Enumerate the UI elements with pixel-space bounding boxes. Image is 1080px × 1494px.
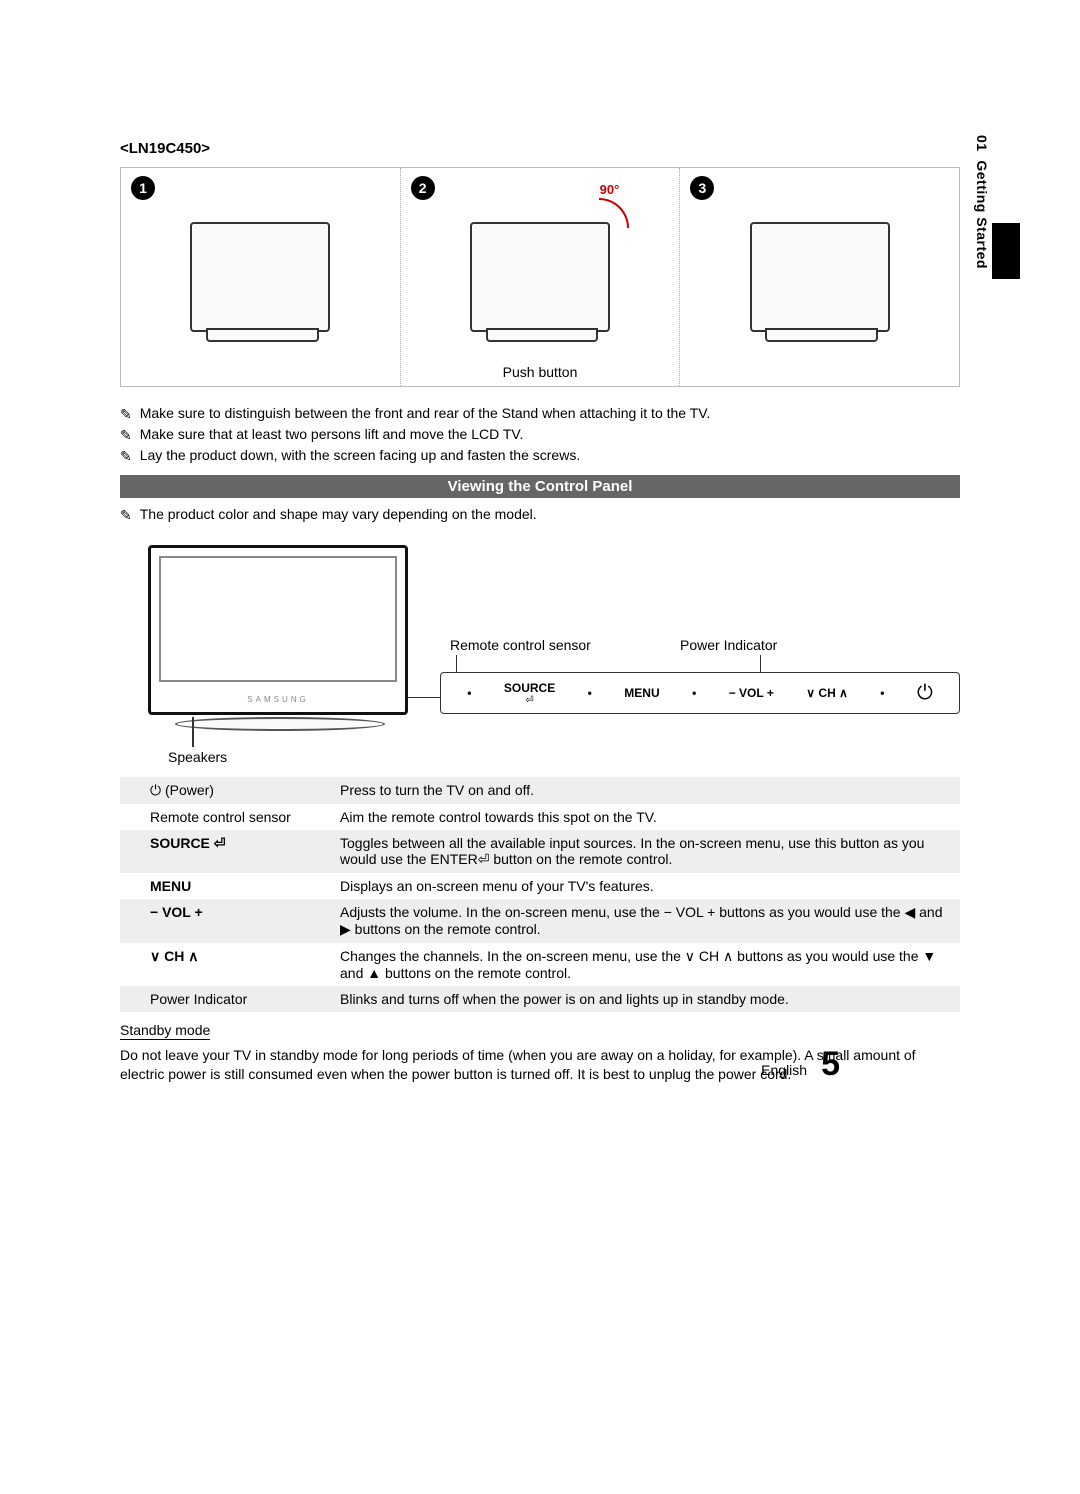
control-name: SOURCE ⏎ — [120, 830, 330, 873]
control-name: − VOL + — [120, 899, 330, 943]
tab-marker — [992, 223, 1020, 279]
panel-note: ✎ The product color and shape may vary d… — [120, 506, 960, 523]
sensor-dot-icon: • — [467, 686, 471, 700]
leader-line — [456, 655, 457, 673]
note-icon: ✎ — [120, 448, 132, 465]
note-text: Make sure to distinguish between the fro… — [140, 405, 710, 421]
control-desc: Aim the remote control towards this spot… — [330, 804, 960, 830]
note-icon: ✎ — [120, 507, 132, 524]
step-badge-1: 1 — [131, 176, 155, 200]
tv-attached-sketch — [750, 222, 890, 332]
step-badge-2: 2 — [411, 176, 435, 200]
enter-icon: ⏎ — [504, 695, 555, 706]
note-icon: ✎ — [120, 406, 132, 423]
note-item: ✎ Make sure to distinguish between the f… — [120, 405, 960, 422]
panel-dot-icon: • — [588, 686, 592, 700]
table-row: − VOL + Adjusts the volume. In the on-sc… — [120, 899, 960, 943]
source-button: SOURCE ⏎ — [504, 681, 555, 706]
panel-dot-icon: • — [880, 686, 884, 700]
note-text: Lay the product down, with the screen fa… — [140, 447, 580, 463]
control-desc: Changes the channels. In the on-screen m… — [330, 943, 960, 986]
table-row: SOURCE ⏎ Toggles between all the availab… — [120, 830, 960, 873]
model-heading: <LN19C450> — [120, 140, 960, 157]
control-desc: Blinks and turns off when the power is o… — [330, 986, 960, 1012]
control-name: Power Indicator — [120, 986, 330, 1012]
tv-front-sketch: SAMSUNG — [148, 545, 408, 715]
page-footer: English 5 — [761, 1045, 840, 1084]
chapter-tab: 01 Getting Started — [964, 135, 1020, 635]
control-panel-diagram: SAMSUNG Speakers Remote control sensor P… — [120, 537, 960, 767]
note-text: Make sure that at least two persons lift… — [140, 426, 524, 442]
control-name: MENU — [120, 873, 330, 899]
push-button-label: Push button — [401, 364, 680, 380]
control-panel-strip: • SOURCE ⏎ • MENU • − VOL + ∨ CH ∧ • ⏻ — [440, 672, 960, 714]
note-text: The product color and shape may vary dep… — [140, 506, 537, 522]
section-heading: Viewing the Control Panel — [120, 475, 960, 498]
leader-line — [192, 717, 194, 747]
note-item: ✎ Make sure that at least two persons li… — [120, 426, 960, 443]
speakers-callout: Speakers — [168, 749, 227, 765]
footer-language: English — [761, 1062, 807, 1078]
control-name: Remote control sensor — [120, 804, 330, 830]
note-icon: ✎ — [120, 427, 132, 444]
channel-button: ∨ CH ∧ — [806, 686, 848, 700]
control-name: ∨ CH ∧ — [120, 943, 330, 986]
assembly-step-1: 1 — [121, 168, 401, 386]
power-icon: ⏻ — [917, 682, 933, 705]
control-name: ⏻ (Power) — [120, 777, 330, 804]
step-badge-3: 3 — [690, 176, 714, 200]
leader-line — [408, 697, 440, 698]
manual-page: 01 Getting Started <LN19C450> 1 2 90° Pu… — [0, 0, 1080, 1144]
control-desc: Press to turn the TV on and off. — [330, 777, 960, 804]
control-desc: Displays an on-screen menu of your TV's … — [330, 873, 960, 899]
assembly-step-3: 3 — [680, 168, 959, 386]
table-row: ∨ CH ∧ Changes the channels. In the on-s… — [120, 943, 960, 986]
control-desc: Toggles between all the available input … — [330, 830, 960, 873]
assembly-step-2: 2 90° Push button — [401, 168, 681, 386]
table-row: Remote control sensor Aim the remote con… — [120, 804, 960, 830]
leader-line — [760, 655, 761, 673]
source-label: SOURCE — [504, 681, 555, 695]
table-row: ⏻ (Power) Press to turn the TV on and of… — [120, 777, 960, 804]
note-item: ✎ Lay the product down, with the screen … — [120, 447, 960, 464]
brand-logo: SAMSUNG — [151, 695, 405, 704]
control-descriptions-table: ⏻ (Power) Press to turn the TV on and of… — [120, 777, 960, 1012]
menu-button: MENU — [624, 686, 659, 700]
chapter-title: Getting Started — [974, 160, 990, 269]
table-row: MENU Displays an on-screen menu of your … — [120, 873, 960, 899]
volume-button: − VOL + — [729, 686, 774, 700]
ninety-degree-label: 90° — [600, 182, 620, 197]
chapter-number: 01 — [974, 135, 990, 152]
table-row: Power Indicator Blinks and turns off whe… — [120, 986, 960, 1012]
tv-rear-sketch — [190, 222, 330, 332]
control-desc: Adjusts the volume. In the on-screen men… — [330, 899, 960, 943]
power-indicator-callout: Power Indicator — [680, 637, 777, 653]
tv-stand-sketch — [175, 717, 385, 731]
tv-rotate-sketch — [470, 222, 610, 332]
remote-sensor-callout: Remote control sensor — [450, 637, 591, 653]
panel-dot-icon: • — [692, 686, 696, 700]
assembly-notes: ✎ Make sure to distinguish between the f… — [120, 405, 960, 463]
assembly-diagram: 1 2 90° Push button 3 — [120, 167, 960, 387]
standby-heading: Standby mode — [120, 1022, 210, 1040]
page-number: 5 — [821, 1045, 840, 1084]
